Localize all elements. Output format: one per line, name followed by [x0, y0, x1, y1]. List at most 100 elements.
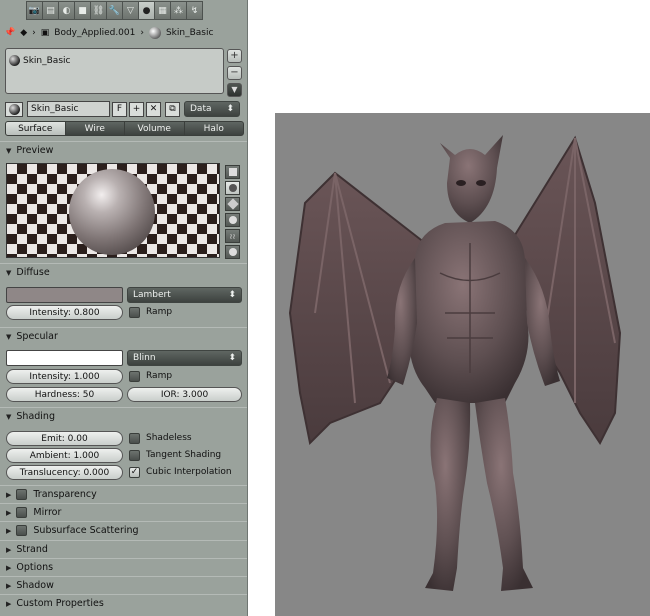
tangent-shading-label: Tangent Shading [146, 450, 222, 460]
tangent-shading-toggle[interactable]: Tangent Shading [129, 448, 221, 462]
tab-surface[interactable]: Surface [5, 121, 66, 136]
creature-torso [409, 221, 529, 403]
checkbox[interactable] [129, 306, 140, 318]
diffuse-shader-dropdown[interactable]: Lambert ⬍ [127, 287, 242, 303]
material-name-field[interactable]: Skin_Basic [27, 101, 110, 117]
material-ball-icon [8, 103, 20, 115]
emit-value: Emit: 0.00 [41, 433, 88, 444]
section-preview[interactable]: ▼ Preview [0, 141, 247, 159]
remove-slot-button[interactable]: − [227, 66, 242, 80]
section-title: Shading [16, 411, 55, 422]
specular-ramp-toggle[interactable]: Ramp [129, 369, 172, 383]
specular-shader-dropdown[interactable]: Blinn ⬍ [127, 350, 242, 366]
diffuse-intensity-field[interactable]: Intensity: 0.800 [6, 305, 123, 320]
render-image [275, 113, 650, 616]
shadeless-toggle[interactable]: Shadeless [129, 431, 192, 445]
add-slot-button[interactable]: + [227, 49, 242, 63]
cube-icon[interactable] [225, 197, 240, 211]
diffuse-ramp-toggle[interactable]: Ramp [129, 305, 172, 319]
fake-user-button[interactable]: F [112, 101, 127, 117]
specular-intensity-value: Intensity: 1.000 [29, 371, 100, 382]
diffuse-color-swatch[interactable] [6, 287, 123, 303]
material-slot[interactable]: Skin_Basic [9, 52, 220, 69]
unlink-icon[interactable]: ✕ [146, 101, 161, 117]
object-icon[interactable]: ■ [74, 1, 91, 20]
triangle-right-icon: ▶ [6, 581, 12, 590]
world-icon[interactable]: ◐ [58, 1, 75, 20]
texture-icon[interactable]: ▦ [154, 1, 171, 20]
physics-icon[interactable]: ↯ [186, 1, 203, 20]
triangle-right-icon: ▶ [6, 599, 12, 608]
node-icon[interactable]: ⧉ [165, 101, 180, 117]
creature-render [288, 135, 622, 591]
translucency-field[interactable]: Translucency: 0.000 [6, 465, 123, 480]
section-specular[interactable]: ▼ Specular [0, 327, 247, 345]
section-mirror[interactable]: ▶ Mirror [0, 503, 247, 521]
checkbox-checked[interactable]: ✓ [129, 466, 140, 478]
new-material-icon[interactable]: + [129, 101, 144, 117]
breadcrumb-object: Body_Applied.001 [54, 28, 136, 38]
tab-wire[interactable]: Wire [64, 121, 125, 136]
emit-field[interactable]: Emit: 0.00 [6, 431, 123, 446]
material-slot-list[interactable]: Skin_Basic [5, 48, 224, 94]
section-title: Specular [16, 331, 58, 342]
sky-icon[interactable] [225, 245, 240, 259]
monkey-icon[interactable] [225, 213, 240, 227]
section-shading[interactable]: ▼ Shading [0, 407, 247, 425]
material-ball-icon [148, 27, 161, 39]
hardness-field[interactable]: Hardness: 50 [6, 387, 123, 402]
cubic-interpolation-toggle[interactable]: ✓ Cubic Interpolation [129, 465, 232, 479]
slot-menu-button[interactable]: ▼ [227, 83, 242, 97]
specular-color-swatch[interactable] [6, 350, 123, 366]
section-title: Options [16, 562, 54, 573]
breadcrumb: 📌 ◆ › ▣ Body_Applied.001 › Skin_Basic [4, 24, 213, 42]
constraints-icon[interactable]: ⛓ [90, 1, 107, 20]
hair-icon[interactable]: ≀≀ [225, 229, 240, 243]
creature-right-leg [475, 398, 533, 591]
diffuse-shader-value: Lambert [133, 290, 171, 300]
sphere-icon[interactable] [225, 181, 240, 195]
ior-value: IOR: 3.000 [160, 389, 209, 400]
tab-halo[interactable]: Halo [183, 121, 244, 136]
specular-intensity-field[interactable]: Intensity: 1.000 [6, 369, 123, 384]
context-tabbar: 📷 ▤ ◐ ■ ⛓ 🔧 ▽ ● ▦ ⁂ ↯ [26, 1, 203, 20]
ior-field[interactable]: IOR: 3.000 [127, 387, 242, 402]
section-custom-properties[interactable]: ▶ Custom Properties [0, 594, 247, 612]
checkbox[interactable] [129, 449, 140, 461]
material-icon[interactable]: ● [138, 1, 155, 20]
ambient-field[interactable]: Ambient: 1.000 [6, 448, 123, 463]
section-title: Strand [16, 544, 48, 555]
slot-buttons: + − ▼ [227, 49, 242, 100]
checkbox[interactable] [129, 432, 140, 444]
tab-volume[interactable]: Volume [124, 121, 185, 136]
modifiers-icon[interactable]: 🔧 [106, 1, 123, 20]
triangle-down-icon: ▼ [6, 412, 12, 421]
checkbox[interactable] [129, 370, 140, 382]
pin-icon[interactable]: 📌 [4, 28, 15, 38]
checkbox[interactable] [16, 489, 28, 500]
section-diffuse[interactable]: ▼ Diffuse [0, 263, 247, 281]
section-subsurface[interactable]: ▶ Subsurface Scattering [0, 521, 247, 539]
material-type-tabs: Surface Wire Volume Halo [5, 121, 244, 136]
material-browse-button[interactable] [5, 101, 23, 117]
creature-head [440, 135, 503, 223]
section-transparency[interactable]: ▶ Transparency [0, 485, 247, 503]
section-strand[interactable]: ▶ Strand [0, 540, 247, 558]
checkbox[interactable] [16, 507, 28, 518]
breadcrumb-material: Skin_Basic [165, 28, 214, 38]
translucency-value: Translucency: 0.000 [19, 467, 110, 478]
checkbox[interactable] [16, 525, 28, 536]
particles-icon[interactable]: ⁂ [170, 1, 187, 20]
section-shadow[interactable]: ▶ Shadow [0, 576, 247, 594]
link-mode-dropdown[interactable]: Data ⬍ [184, 101, 240, 117]
data-icon[interactable]: ▽ [122, 1, 139, 20]
ramp-label: Ramp [146, 307, 173, 317]
scene-icon[interactable]: ▤ [42, 1, 59, 20]
material-preview [6, 163, 220, 258]
section-title: Preview [16, 145, 54, 156]
section-options[interactable]: ▶ Options [0, 558, 247, 576]
render-icon[interactable]: 📷 [26, 1, 43, 20]
flat-icon[interactable] [225, 165, 240, 179]
specular-shader-value: Blinn [133, 353, 156, 363]
triangle-right-icon: ▶ [6, 563, 12, 572]
